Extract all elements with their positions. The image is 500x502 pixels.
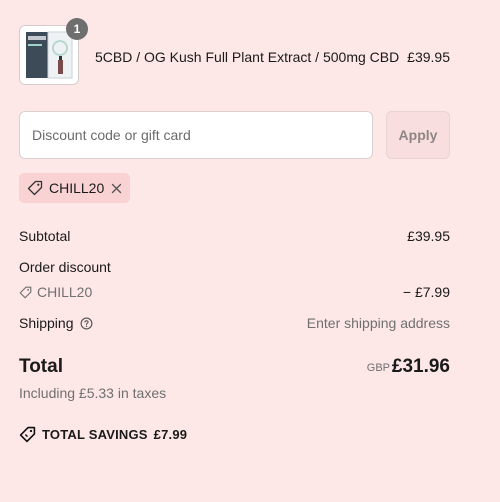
tag-icon (27, 180, 43, 196)
apply-button[interactable]: Apply (386, 111, 450, 159)
discount-code-text: CHILL20 (37, 284, 93, 300)
subtotal-value: £39.95 (407, 228, 450, 244)
quantity-badge: 1 (66, 18, 88, 40)
applied-discount-chip: CHILL20 (19, 173, 130, 203)
product-name: 5CBD / OG Kush Full Plant Extract / 500m… (95, 49, 400, 65)
subtotal-label: Subtotal (19, 228, 71, 244)
savings-value: £7.99 (153, 427, 188, 442)
total-value: £31.96 (391, 356, 450, 377)
discount-code-input[interactable] (19, 111, 373, 159)
shipping-label: Shipping (19, 315, 74, 331)
discount-code-row: CHILL20 (19, 284, 92, 300)
total-label: Total (19, 356, 63, 377)
applied-code-label: CHILL20 (49, 180, 105, 196)
discount-value: − £7.99 (402, 284, 450, 300)
shipping-row: Shipping (19, 315, 93, 331)
order-discount-label: Order discount (19, 259, 111, 275)
currency-code: GBP (366, 362, 390, 374)
shipping-value: Enter shipping address (306, 315, 450, 331)
close-icon[interactable] (111, 183, 122, 194)
tag-icon (19, 286, 32, 299)
savings-label: TOTAL SAVINGS (42, 427, 148, 442)
tag-icon (19, 426, 36, 443)
product-price: £39.95 (407, 49, 450, 65)
taxes-note: Including £5.33 in taxes (19, 385, 167, 401)
help-icon[interactable] (80, 317, 93, 330)
total-savings: TOTAL SAVINGS £7.99 (19, 426, 187, 443)
